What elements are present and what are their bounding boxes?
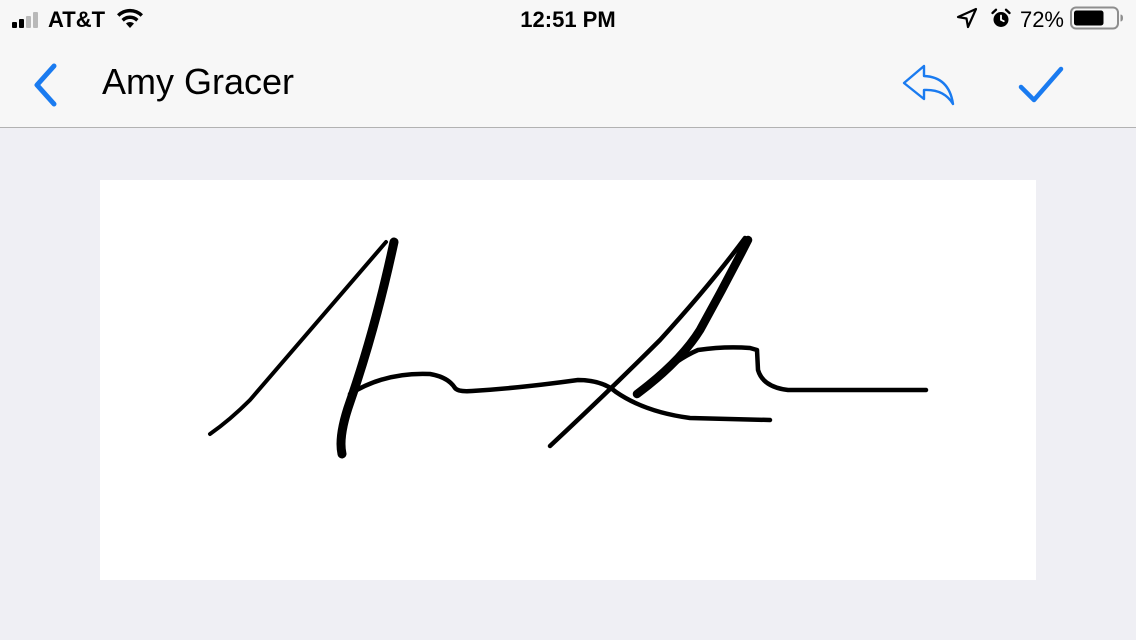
page-title: Amy Gracer	[102, 61, 295, 102]
battery-icon	[1070, 6, 1124, 35]
alarm-clock-icon	[990, 7, 1012, 34]
status-bar: AT&T 12:51 PM 72%	[0, 0, 1136, 40]
signature-pad[interactable]	[100, 180, 1036, 580]
status-right: 72%	[956, 6, 1124, 35]
undo-arrow-icon	[902, 64, 955, 106]
battery-percent: 72%	[1019, 7, 1064, 32]
checkmark-icon	[1018, 66, 1064, 103]
undo-button[interactable]	[896, 60, 960, 110]
navigation-bar: Amy Gracer	[0, 40, 1136, 128]
location-arrow-icon	[956, 7, 978, 34]
chevron-left-icon	[34, 63, 57, 107]
back-button[interactable]	[22, 60, 68, 110]
signature-drawing	[208, 235, 929, 459]
done-button[interactable]	[1012, 60, 1070, 110]
